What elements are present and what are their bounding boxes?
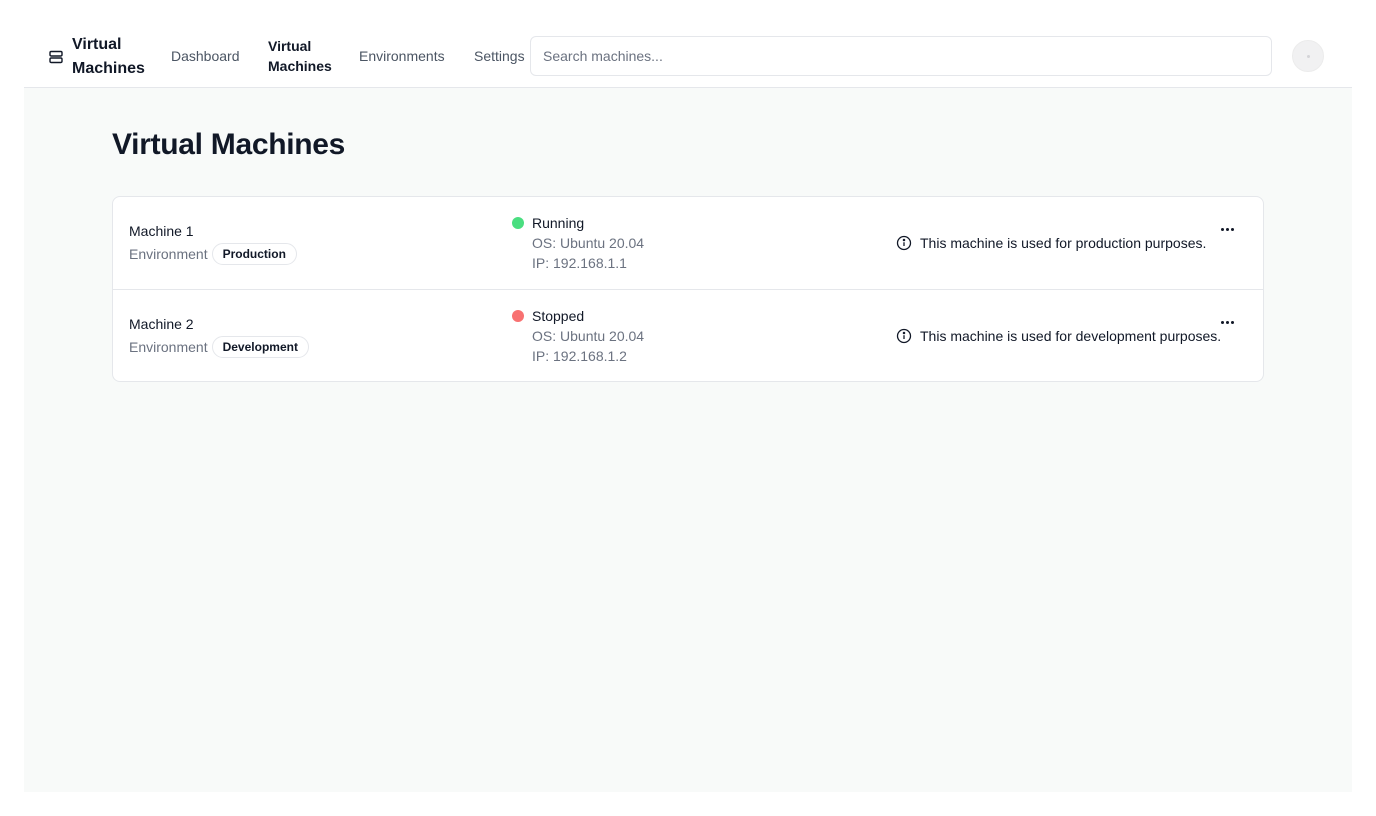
user-avatar[interactable] [1292,40,1324,72]
machine-note: This machine is used for development pur… [896,326,1221,346]
environment-badge: Production [211,243,297,265]
avatar-placeholder [1307,55,1310,58]
environment-label: Environment [129,246,208,262]
machine-os: OS: Ubuntu 20.04 [532,235,645,251]
app-frame: Virtual Machines Dashboard Virtual Machi… [24,24,1352,792]
page-title: Virtual Machines [112,128,346,161]
environment-label: Environment [129,339,208,355]
machine-os: OS: Ubuntu 20.04 [532,328,645,344]
environment-line: Environment Production [129,243,297,265]
environment-badge: Development [211,336,309,358]
info-icon [896,235,912,251]
machine-note: This machine is used for production purp… [896,233,1206,253]
nav-settings[interactable]: Settings [474,46,525,66]
machine-name: Machine 2 [129,316,194,332]
machine-status: Running OS: Ubuntu 20.04 IP: 192.168.1.1 [512,213,644,273]
machine-name: Machine 1 [129,223,194,239]
environment-line: Environment Development [129,336,309,358]
more-icon [1220,227,1224,231]
search-input[interactable] [530,36,1272,76]
machine-ip: IP: 192.168.1.2 [532,348,627,364]
nav-virtual-machines[interactable]: Virtual Machines [268,36,338,76]
machine-row[interactable]: Machine 1 Environment Production Running… [113,197,1263,290]
status-indicator [512,217,524,229]
nav-environments[interactable]: Environments [359,46,445,66]
more-icon-dot [1230,227,1234,231]
top-navbar: Virtual Machines Dashboard Virtual Machi… [24,24,1352,88]
more-icon-dot [1225,320,1229,324]
more-actions-button[interactable] [1211,312,1243,332]
machine-row[interactable]: Machine 2 Environment Development Stoppe… [113,290,1263,381]
status-text: Running [532,215,585,231]
status-indicator [512,310,524,322]
brand[interactable]: Virtual Machines [48,33,152,81]
machine-list: Machine 1 Environment Production Running… [112,196,1264,382]
info-icon [896,328,912,344]
server-icon [48,49,64,65]
more-actions-button[interactable] [1211,219,1243,239]
brand-title: Virtual Machines [72,36,145,77]
nav-dashboard[interactable]: Dashboard [171,46,240,66]
note-text: This machine is used for development pur… [920,328,1222,344]
status-text: Stopped [532,308,585,324]
more-icon [1220,320,1224,324]
more-icon-dot [1225,227,1229,231]
note-text: This machine is used for production purp… [920,235,1207,251]
machine-status: Stopped OS: Ubuntu 20.04 IP: 192.168.1.2 [512,306,644,366]
more-icon-dot [1230,320,1234,324]
machine-ip: IP: 192.168.1.1 [532,255,627,271]
